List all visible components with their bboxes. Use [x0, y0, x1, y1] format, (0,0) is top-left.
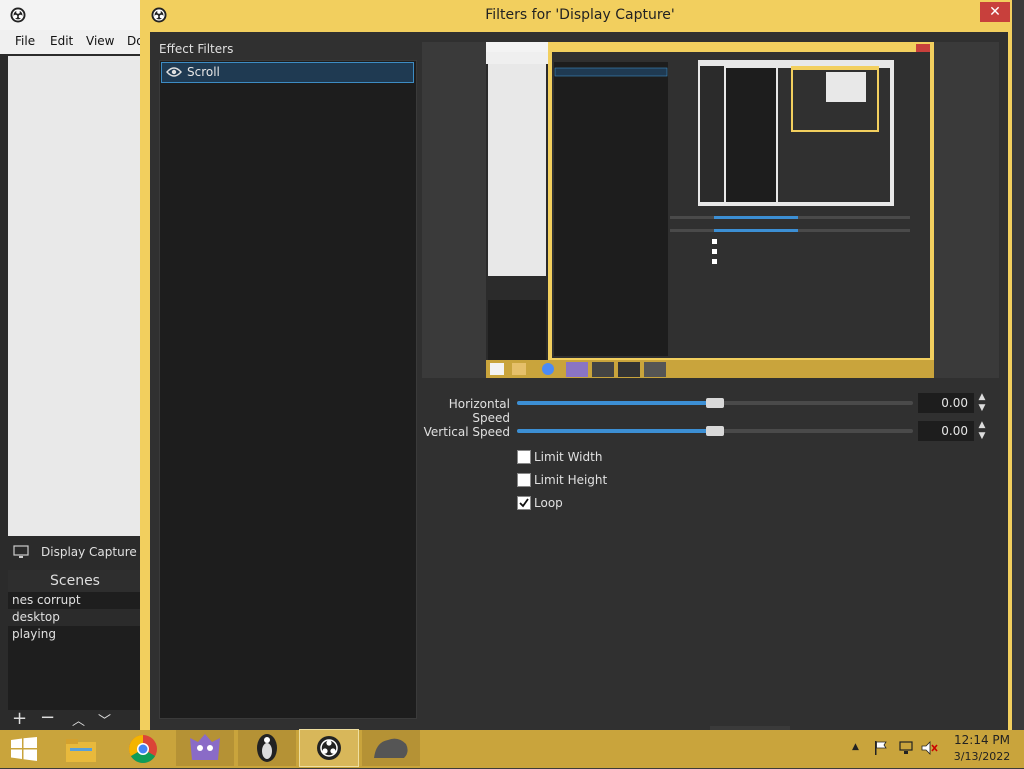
horizontal-speed-label: Horizontal Speed [448, 397, 510, 425]
limit-width-checkbox[interactable] [517, 450, 531, 464]
checkmark-icon [519, 498, 529, 508]
taskbar-app-obs[interactable] [299, 729, 359, 767]
add-icon[interactable]: + [12, 708, 27, 729]
effect-filters-list [159, 60, 417, 719]
source-row[interactable]: Display Capture [8, 540, 142, 564]
menu-edit[interactable]: Edit [50, 34, 73, 48]
filter-item-label: Scroll [187, 65, 220, 79]
network-icon[interactable] [898, 740, 914, 756]
move-down-icon[interactable]: ﹀ [98, 710, 111, 729]
volume-muted-icon[interactable] [920, 740, 938, 756]
limit-height-label: Limit Height [534, 473, 608, 487]
preview-image [486, 42, 934, 378]
show-hidden-icons-icon[interactable]: ▲ [852, 742, 859, 752]
penguin-icon [257, 734, 277, 762]
scene-item[interactable]: nes corrupt [12, 592, 142, 609]
taskbar-app-purple[interactable] [176, 730, 234, 766]
eye-icon[interactable] [166, 66, 182, 78]
scene-item[interactable]: playing [12, 626, 142, 643]
vertical-speed-handle[interactable] [706, 426, 724, 436]
spin-down-icon[interactable]: ▼ [976, 432, 988, 441]
limit-width-label: Limit Width [534, 450, 603, 464]
scene-toolbar: + − ︿ ﹀ [8, 707, 142, 730]
clock-date[interactable]: 3/13/2022 [950, 750, 1014, 763]
scenes-list: nes corrupt desktop playing [8, 592, 142, 710]
main-preview-area [8, 56, 142, 536]
spin-up-icon[interactable]: ▲ [976, 421, 988, 430]
menu-file[interactable]: File [15, 34, 35, 48]
obs-logo-icon [151, 7, 167, 23]
loop-checkbox[interactable] [517, 496, 531, 510]
spin-down-icon[interactable]: ▼ [976, 404, 988, 413]
flag-icon[interactable] [874, 740, 888, 756]
windows-start-icon[interactable] [10, 737, 38, 761]
effect-filters-label: Effect Filters [159, 42, 234, 56]
chrome-icon[interactable] [128, 734, 158, 764]
horizontal-speed-fill [517, 401, 715, 405]
recursive-capture-image [486, 42, 934, 378]
limit-height-checkbox[interactable] [517, 473, 531, 487]
blob-icon [374, 738, 408, 758]
spin-up-icon[interactable]: ▲ [976, 393, 988, 402]
move-up-icon[interactable]: ︿ [72, 710, 85, 729]
obs-logo-icon [317, 736, 341, 760]
purple-creature-icon [190, 734, 220, 760]
scene-item[interactable]: desktop [8, 609, 142, 626]
menu-view[interactable]: View [86, 34, 114, 48]
obs-main-titlebar [0, 0, 148, 30]
obs-logo-icon [10, 7, 26, 23]
source-label: Display Capture [41, 545, 137, 559]
scenes-title: Scenes [8, 570, 142, 592]
vertical-speed-label: Vertical Speed [423, 425, 510, 439]
loop-label: Loop [534, 496, 563, 510]
vertical-speed-spinbox[interactable]: 0.00 [918, 421, 974, 441]
remove-icon[interactable]: − [40, 707, 55, 728]
menu-bar: File Edit View Do [0, 30, 148, 54]
vertical-speed-fill [517, 429, 715, 433]
monitor-icon [13, 545, 29, 558]
file-explorer-icon[interactable] [64, 736, 98, 764]
clock-time[interactable]: 12:14 PM [950, 733, 1014, 747]
horizontal-speed-handle[interactable] [706, 398, 724, 408]
taskbar-app-penguin[interactable] [238, 730, 296, 766]
taskbar-app-blob[interactable] [362, 730, 420, 766]
close-button[interactable]: ✕ [980, 2, 1010, 22]
horizontal-speed-spinbox[interactable]: 0.00 [918, 393, 974, 413]
dialog-title: Filters for 'Display Capture' [485, 7, 675, 23]
